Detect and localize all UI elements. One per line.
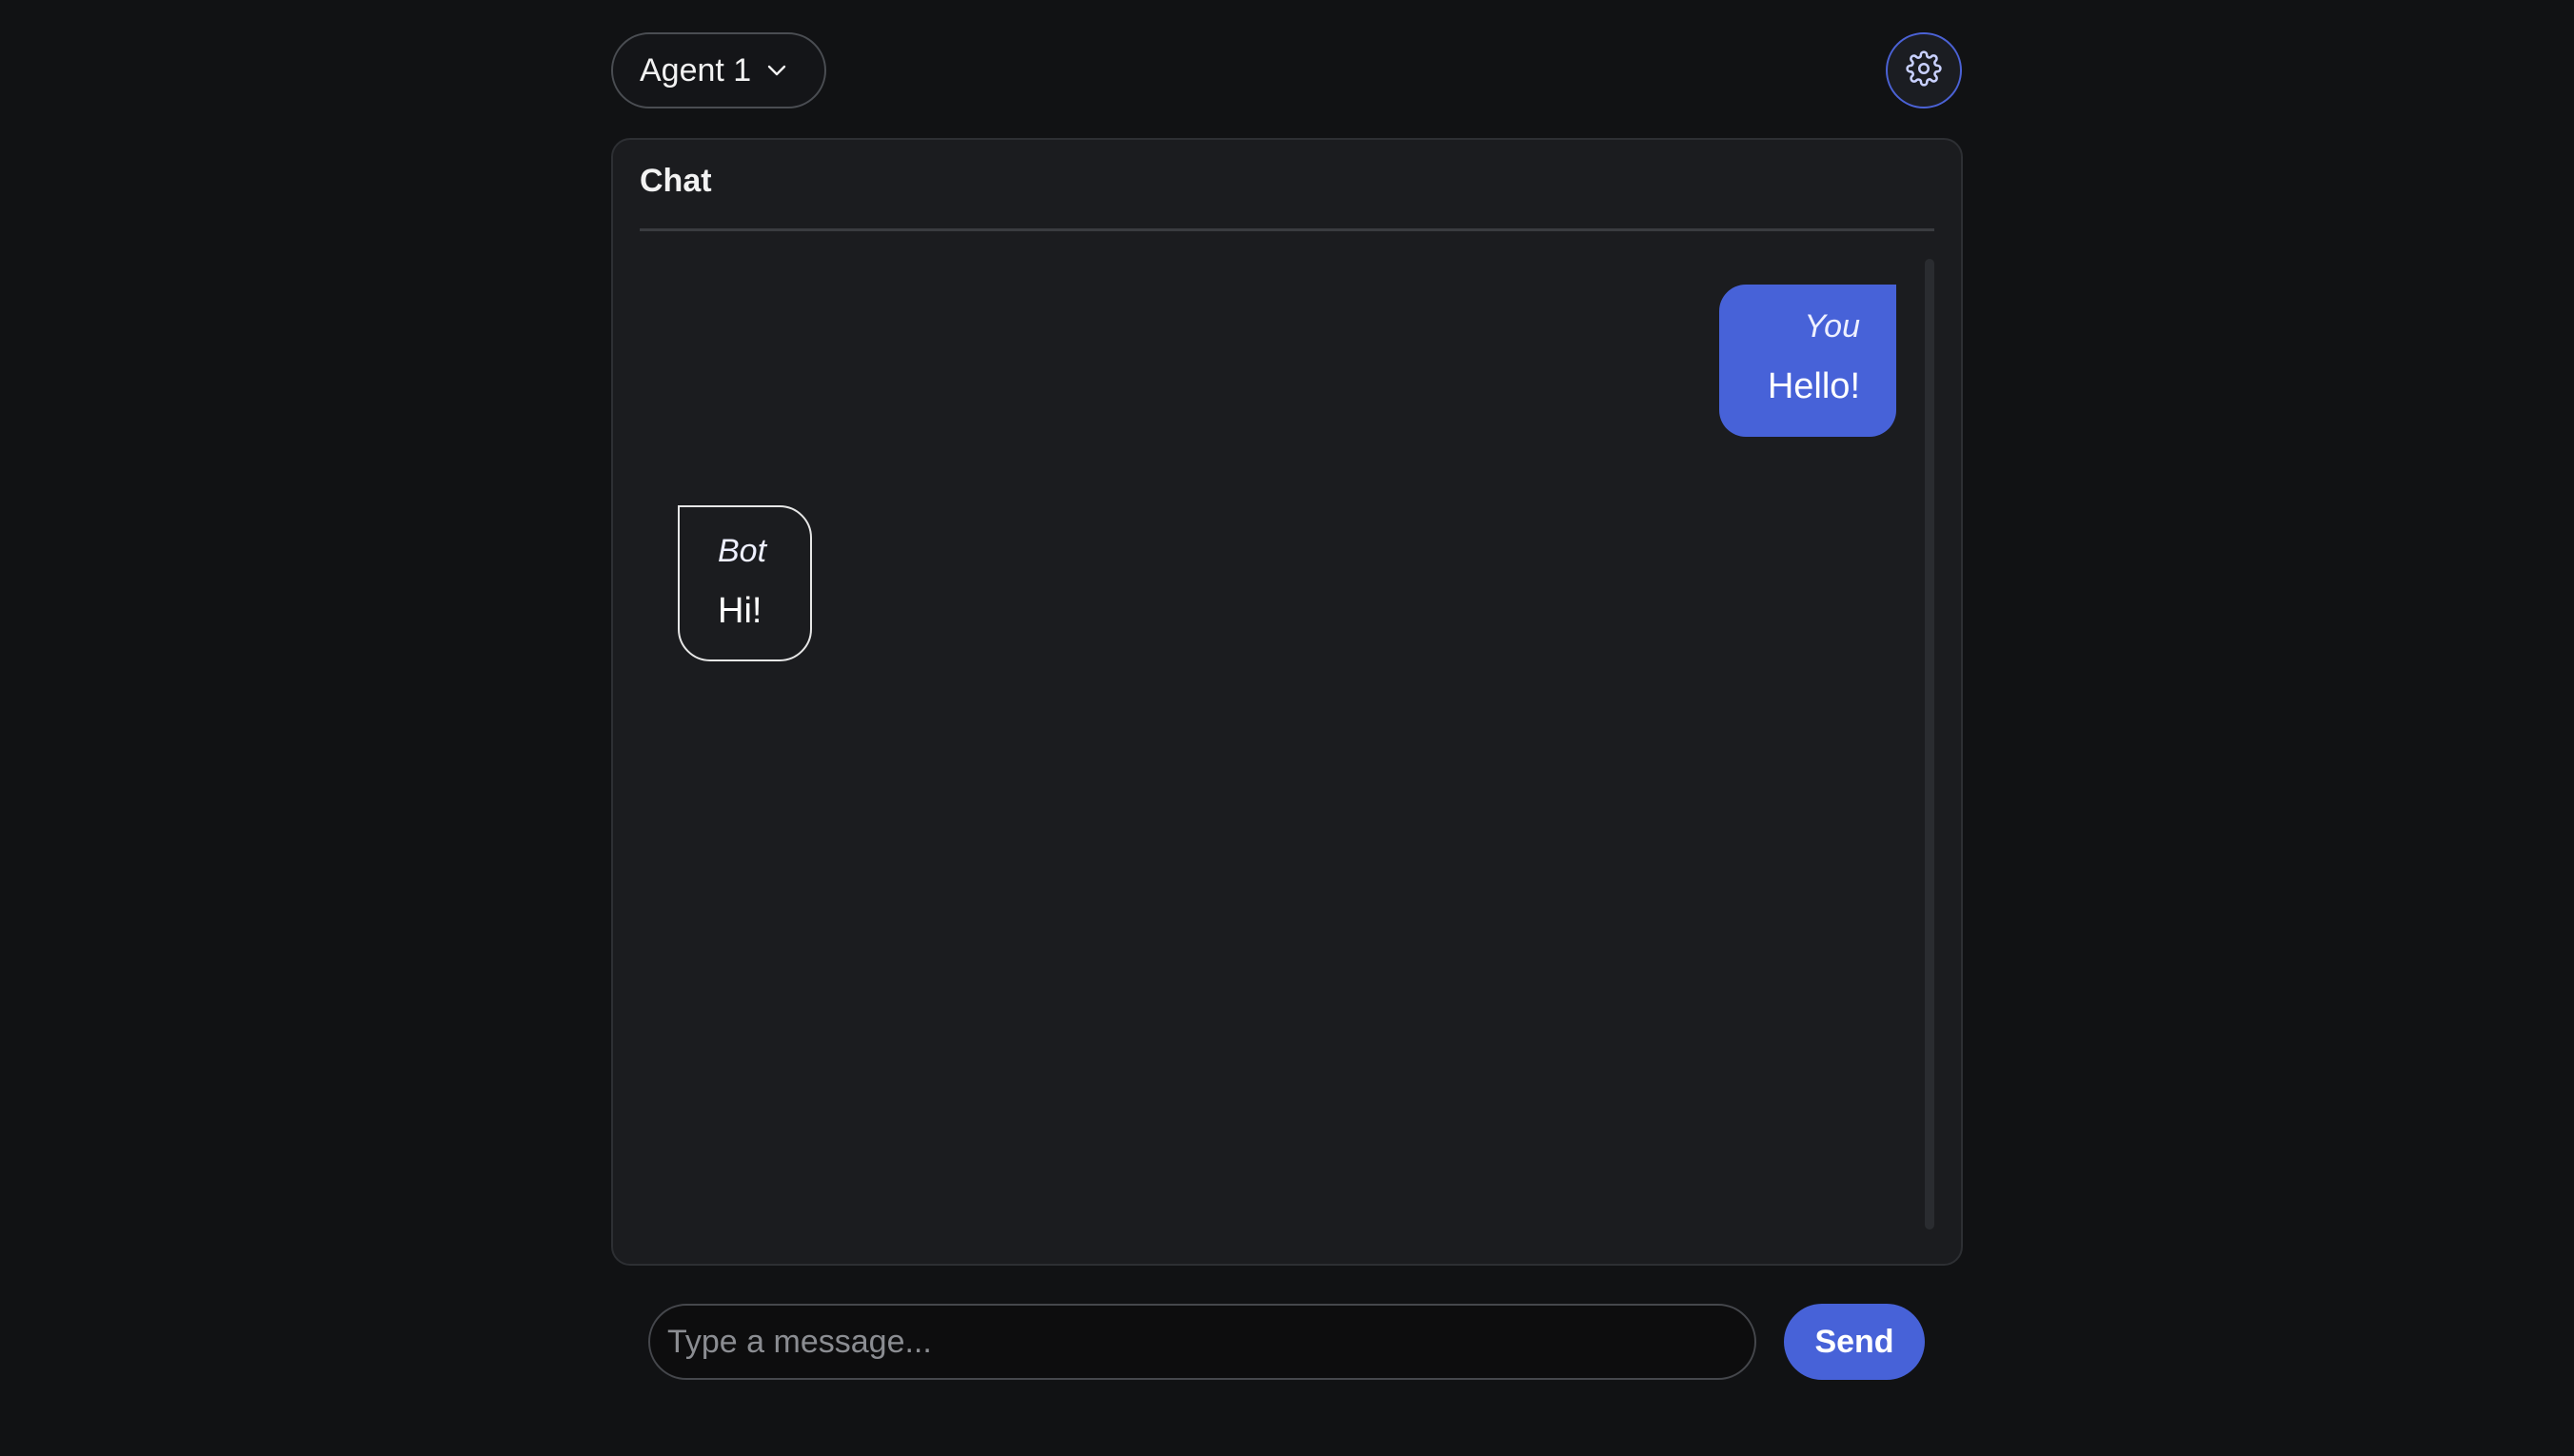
message-text: Hello! [1767,366,1860,406]
chat-title: Chat [640,163,712,199]
message-sender: You [1804,308,1860,344]
gear-icon [1906,49,1942,91]
message-input[interactable] [648,1304,1756,1380]
bot-message-bubble: Bot Hi! [678,505,812,661]
message-list: You Hello! Bot Hi! [640,259,1934,1230]
message-sender: Bot [718,533,767,569]
agent-selector-value: Agent 1 [640,51,752,89]
message-text: Hi! [718,591,762,631]
user-message-bubble: You Hello! [1719,285,1896,437]
send-button[interactable]: Send [1784,1304,1925,1380]
scrollbar[interactable] [1925,259,1934,1230]
chat-panel: Chat You Hello! Bot Hi! [611,138,1963,1266]
chat-divider [640,228,1934,231]
agent-selector[interactable]: Agent 1 [611,32,826,108]
chevron-down-icon [764,58,789,83]
settings-button[interactable] [1886,32,1962,108]
